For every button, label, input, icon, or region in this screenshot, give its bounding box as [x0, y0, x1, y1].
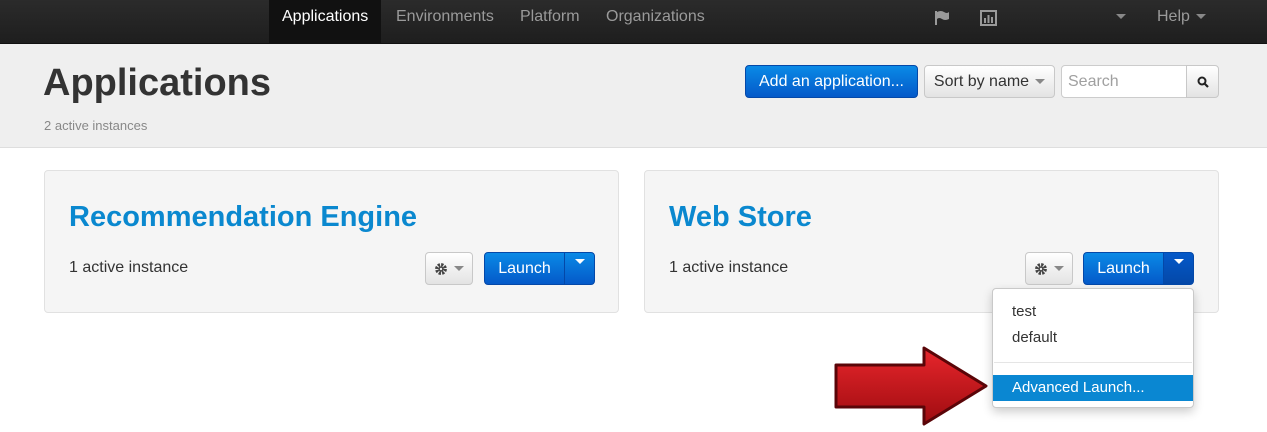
chart-icon[interactable]: [980, 10, 998, 26]
page-title: Applications: [43, 62, 272, 104]
account-dropdown-toggle[interactable]: [1110, 0, 1126, 44]
app-instance-count: 1 active instance: [669, 259, 789, 276]
launch-button[interactable]: Launch: [484, 252, 565, 285]
nav-platform[interactable]: Platform: [507, 0, 593, 44]
chevron-down-icon: [1195, 14, 1206, 20]
nav-organizations[interactable]: Organizations: [593, 0, 718, 44]
help-label: Help: [1157, 8, 1190, 25]
top-navbar: Applications Environments Platform Organ…: [0, 0, 1267, 44]
chevron-down-icon: [1116, 14, 1126, 20]
chevron-down-icon: [574, 259, 585, 265]
chevron-down-icon: [1035, 79, 1046, 85]
chevron-down-icon: [1173, 259, 1184, 265]
sort-button[interactable]: Sort by name: [924, 65, 1055, 98]
active-instances-count: 2 active instances: [44, 118, 148, 133]
app-card-recommendation-engine: Recommendation Engine 1 active instance …: [44, 170, 619, 313]
launch-button[interactable]: Launch: [1083, 252, 1164, 285]
sort-label: Sort by name: [933, 73, 1030, 90]
annotation-arrow-icon: [834, 346, 988, 426]
nav-applications[interactable]: Applications: [269, 0, 382, 44]
nav-environments[interactable]: Environments: [383, 0, 507, 44]
help-menu[interactable]: Help: [1144, 0, 1219, 44]
launch-options-toggle[interactable]: [564, 252, 595, 285]
search-button[interactable]: [1186, 65, 1219, 98]
gear-icon: [1035, 262, 1047, 275]
launch-options-toggle[interactable]: [1163, 252, 1194, 285]
menu-divider: [994, 362, 1192, 363]
gear-icon: [435, 262, 447, 275]
menu-item-test[interactable]: test: [993, 299, 1193, 325]
app-title[interactable]: Recommendation Engine: [69, 201, 417, 234]
app-instance-count: 1 active instance: [69, 259, 189, 276]
search-icon: [1197, 76, 1209, 88]
settings-dropdown-button[interactable]: [1025, 252, 1073, 285]
add-application-button[interactable]: Add an application...: [745, 65, 918, 98]
menu-item-advanced-launch[interactable]: Advanced Launch...: [993, 375, 1193, 401]
page-header: Applications 2 active instances Add an a…: [0, 44, 1267, 148]
chevron-down-icon: [454, 266, 464, 272]
menu-item-default[interactable]: default: [993, 325, 1193, 351]
app-title[interactable]: Web Store: [669, 201, 812, 234]
search-input[interactable]: [1061, 65, 1187, 98]
launch-options-menu: test default Advanced Launch...: [992, 288, 1194, 408]
settings-dropdown-button[interactable]: [425, 252, 473, 285]
flag-icon[interactable]: [933, 10, 951, 26]
chevron-down-icon: [1054, 266, 1064, 272]
